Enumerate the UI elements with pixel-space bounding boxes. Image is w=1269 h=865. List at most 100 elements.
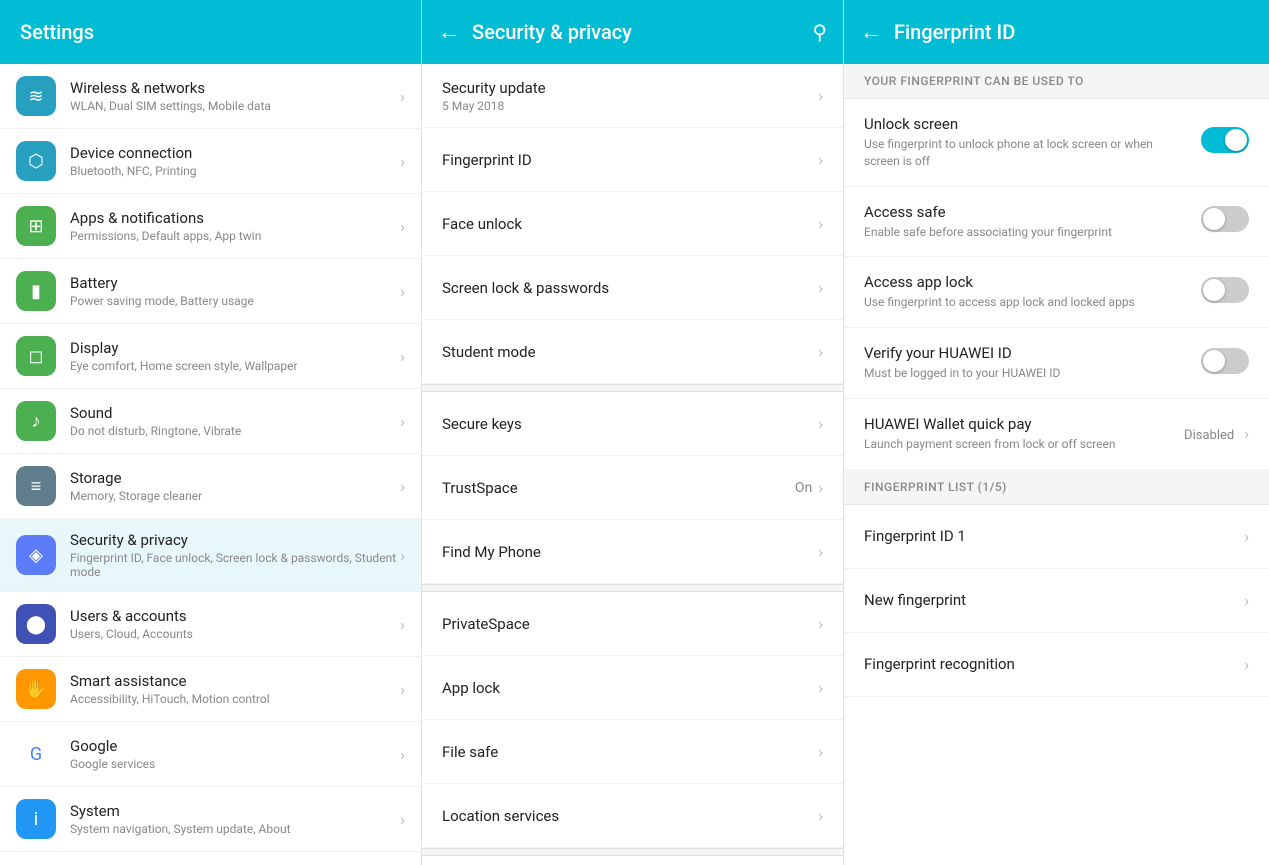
toggle-access-safe[interactable] (1201, 206, 1249, 232)
middle-item-security-update[interactable]: Security update 5 May 2018 › (422, 64, 843, 128)
icon-google: G (16, 734, 56, 774)
left-item-title-sound: Sound (70, 404, 400, 422)
left-list: ≋ Wireless & networks WLAN, Dual SIM set… (0, 64, 421, 865)
middle-panel: ← Security & privacy ⚲ Security update 5… (422, 0, 844, 865)
middle-back-arrow[interactable]: ← (438, 19, 460, 45)
chevron-right-icon-users: › (400, 615, 405, 634)
chevron-right-icon-battery: › (400, 282, 405, 301)
toggle-unlock-screen[interactable] (1201, 127, 1249, 153)
middle-chevron-fingerprint-id: › (818, 150, 823, 169)
middle-chevron-trustspace: › (818, 478, 823, 497)
right-item-sub-access-safe: Enable safe before associating your fing… (864, 224, 1191, 241)
right-item-title-verify-huawei: Verify your HUAWEI ID (864, 344, 1191, 362)
middle-header-title: Security & privacy (472, 20, 800, 44)
right-usage-item-unlock-screen[interactable]: Unlock screen Use fingerprint to unlock … (844, 99, 1269, 187)
fp-item-title-fp1: Fingerprint ID 1 (864, 527, 1244, 545)
left-item-sub-device: Bluetooth, NFC, Printing (70, 164, 400, 178)
left-item-wireless[interactable]: ≋ Wireless & networks WLAN, Dual SIM set… (0, 64, 421, 129)
left-item-battery[interactable]: ▮ Battery Power saving mode, Battery usa… (0, 259, 421, 324)
middle-item-file-safe[interactable]: File safe › (422, 720, 843, 784)
icon-wireless: ≋ (16, 76, 56, 116)
middle-item-privatespace[interactable]: PrivateSpace › (422, 592, 843, 656)
icon-security: ◈ (16, 535, 56, 575)
icon-sound: ♪ (16, 401, 56, 441)
right-usage-item-verify-huawei[interactable]: Verify your HUAWEI ID Must be logged in … (844, 328, 1269, 399)
left-item-sound[interactable]: ♪ Sound Do not disturb, Ringtone, Vibrat… (0, 389, 421, 454)
middle-item-trustspace[interactable]: TrustSpace On › (422, 456, 843, 520)
toggle-verify-huawei[interactable] (1201, 348, 1249, 374)
left-item-sub-battery: Power saving mode, Battery usage (70, 294, 400, 308)
left-item-sub-wireless: WLAN, Dual SIM settings, Mobile data (70, 99, 400, 113)
left-item-storage[interactable]: ≡ Storage Memory, Storage cleaner › (0, 454, 421, 519)
middle-item-secure-keys[interactable]: Secure keys › (422, 392, 843, 456)
right-item-sub-access-app-lock: Use fingerprint to access app lock and l… (864, 294, 1191, 311)
right-item-control-huawei-wallet: Disabled › (1184, 424, 1249, 443)
toggle-access-app-lock[interactable] (1201, 277, 1249, 303)
separator-after-find-my-phone (422, 584, 843, 592)
chevron-right-icon-display: › (400, 347, 405, 366)
left-item-sub-security: Fingerprint ID, Face unlock, Screen lock… (70, 551, 400, 579)
chevron-right-icon-sound: › (400, 412, 405, 431)
fp-chevron-new-fp: › (1244, 591, 1249, 610)
left-item-sub-users: Users, Cloud, Accounts (70, 627, 400, 641)
middle-chevron-secure-keys: › (818, 414, 823, 433)
icon-storage: ≡ (16, 466, 56, 506)
right-item-control-verify-huawei (1201, 348, 1249, 378)
icon-battery: ▮ (16, 271, 56, 311)
left-item-title-display: Display (70, 339, 400, 357)
chevron-right-icon-security: › (400, 546, 405, 565)
fp-chevron-fp1: › (1244, 527, 1249, 546)
middle-item-student-mode[interactable]: Student mode › (422, 320, 843, 384)
left-item-title-google: Google (70, 737, 400, 755)
left-item-sub-smart: Accessibility, HiTouch, Motion control (70, 692, 400, 706)
search-icon[interactable]: ⚲ (812, 20, 827, 44)
right-item-title-huawei-wallet: HUAWEI Wallet quick pay (864, 415, 1174, 433)
left-item-sub-storage: Memory, Storage cleaner (70, 489, 400, 503)
middle-item-face-unlock[interactable]: Face unlock › (422, 192, 843, 256)
middle-item-title-location-services: Location services (442, 807, 818, 825)
right-item-title-access-safe: Access safe (864, 203, 1191, 221)
middle-item-find-my-phone[interactable]: Find My Phone › (422, 520, 843, 584)
left-item-apps[interactable]: ⊞ Apps & notifications Permissions, Defa… (0, 194, 421, 259)
left-item-security[interactable]: ◈ Security & privacy Fingerprint ID, Fac… (0, 519, 421, 592)
chevron-right-icon-storage: › (400, 477, 405, 496)
middle-item-location-services[interactable]: Location services › (422, 784, 843, 848)
left-item-title-apps: Apps & notifications (70, 209, 400, 227)
left-item-title-wireless: Wireless & networks (70, 79, 400, 97)
fp-list-item-new-fp[interactable]: New fingerprint › (844, 569, 1269, 633)
right-header: ← Fingerprint ID (844, 0, 1269, 64)
middle-item-title-student-mode: Student mode (442, 343, 818, 361)
chevron-right-icon-system: › (400, 810, 405, 829)
right-back-arrow[interactable]: ← (860, 19, 882, 45)
right-item-control-unlock-screen (1201, 127, 1249, 157)
middle-list: Security update 5 May 2018 › Fingerprint… (422, 64, 843, 865)
right-header-title: Fingerprint ID (894, 20, 1015, 44)
fp-list-item-fp1[interactable]: Fingerprint ID 1 › (844, 505, 1269, 569)
left-item-display[interactable]: ◻ Display Eye comfort, Home screen style… (0, 324, 421, 389)
chevron-right-icon-device: › (400, 152, 405, 171)
right-panel: ← Fingerprint ID YOUR FINGERPRINT CAN BE… (844, 0, 1269, 865)
icon-device: ⬡ (16, 141, 56, 181)
middle-chevron-app-lock: › (818, 678, 823, 697)
middle-item-app-lock[interactable]: App lock › (422, 656, 843, 720)
right-usage-item-access-app-lock[interactable]: Access app lock Use fingerprint to acces… (844, 257, 1269, 328)
left-item-device[interactable]: ⬡ Device connection Bluetooth, NFC, Prin… (0, 129, 421, 194)
right-item-sub-huawei-wallet: Launch payment screen from lock or off s… (864, 436, 1174, 453)
chevron-right-icon-smart: › (400, 680, 405, 699)
left-title: Settings (20, 20, 94, 44)
middle-item-screen-lock[interactable]: Screen lock & passwords › (422, 256, 843, 320)
fp-list-item-fp-recognition[interactable]: Fingerprint recognition › (844, 633, 1269, 697)
middle-chevron-privatespace: › (818, 614, 823, 633)
left-item-users[interactable]: ⬤ Users & accounts Users, Cloud, Account… (0, 592, 421, 657)
middle-item-fingerprint-id[interactable]: Fingerprint ID › (422, 128, 843, 192)
left-item-smart[interactable]: ✋ Smart assistance Accessibility, HiTouc… (0, 657, 421, 722)
middle-item-title-face-unlock: Face unlock (442, 215, 818, 233)
right-usage-item-access-safe[interactable]: Access safe Enable safe before associati… (844, 187, 1269, 258)
separator-after-student-mode (422, 384, 843, 392)
left-item-system[interactable]: i System System navigation, System updat… (0, 787, 421, 852)
left-item-google[interactable]: G Google Google services › (0, 722, 421, 787)
middle-item-more[interactable]: More SIM lock, Download apps from unknow… (422, 856, 843, 865)
left-item-title-users: Users & accounts (70, 607, 400, 625)
left-item-sub-google: Google services (70, 757, 400, 771)
right-item-control-access-app-lock (1201, 277, 1249, 307)
